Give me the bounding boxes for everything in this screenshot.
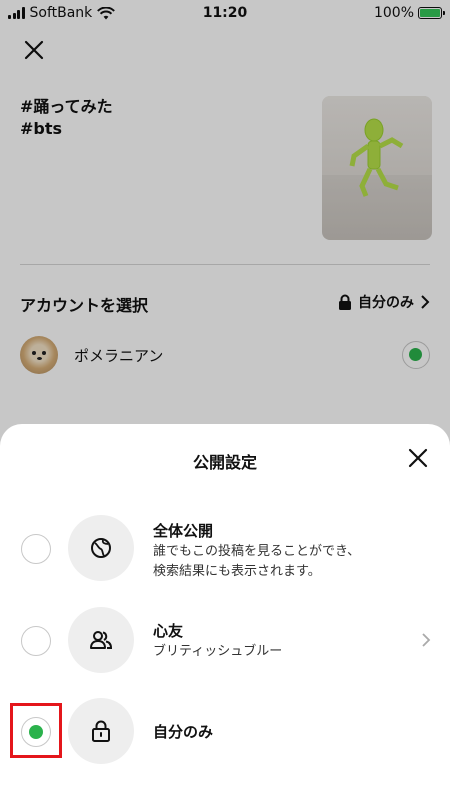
option-description: 誰でもこの投稿を見ることができ、 検索結果にも表示されます。 (153, 542, 413, 582)
option-only-me[interactable]: 自分のみ (0, 697, 450, 767)
option-close-friends[interactable]: 心友 ブリティッシュブルー (0, 606, 450, 676)
chevron-right-icon[interactable] (420, 631, 432, 649)
option-description: ブリティッシュブルー (153, 644, 283, 659)
sheet-title: 公開設定 (192, 453, 257, 472)
privacy-bottom-sheet: 公開設定 全体公開 誰でもこの投稿を見ることができ、 検索結果にも表示されます。 (0, 424, 450, 800)
selection-highlight-box (10, 703, 62, 758)
option-public[interactable]: 全体公開 誰でもこの投稿を見ることができ、 検索結果にも表示されます。 (0, 514, 450, 584)
friends-icon (90, 631, 113, 649)
globe-icon (91, 538, 111, 558)
icon-badge (68, 515, 134, 581)
radio-close-friends[interactable] (21, 626, 51, 656)
close-icon[interactable] (406, 446, 430, 470)
option-title: 全体公開 (153, 522, 214, 540)
radio-public[interactable] (21, 534, 51, 564)
option-description-line: 誰でもこの投稿を見ることができ、 (153, 544, 361, 559)
option-description-line: 検索結果にも表示されます。 (153, 564, 321, 579)
icon-badge (68, 607, 134, 673)
option-title: 自分のみ (153, 723, 214, 741)
lock-icon (92, 720, 110, 742)
icon-badge (68, 698, 134, 764)
option-title: 心友 (153, 622, 184, 640)
